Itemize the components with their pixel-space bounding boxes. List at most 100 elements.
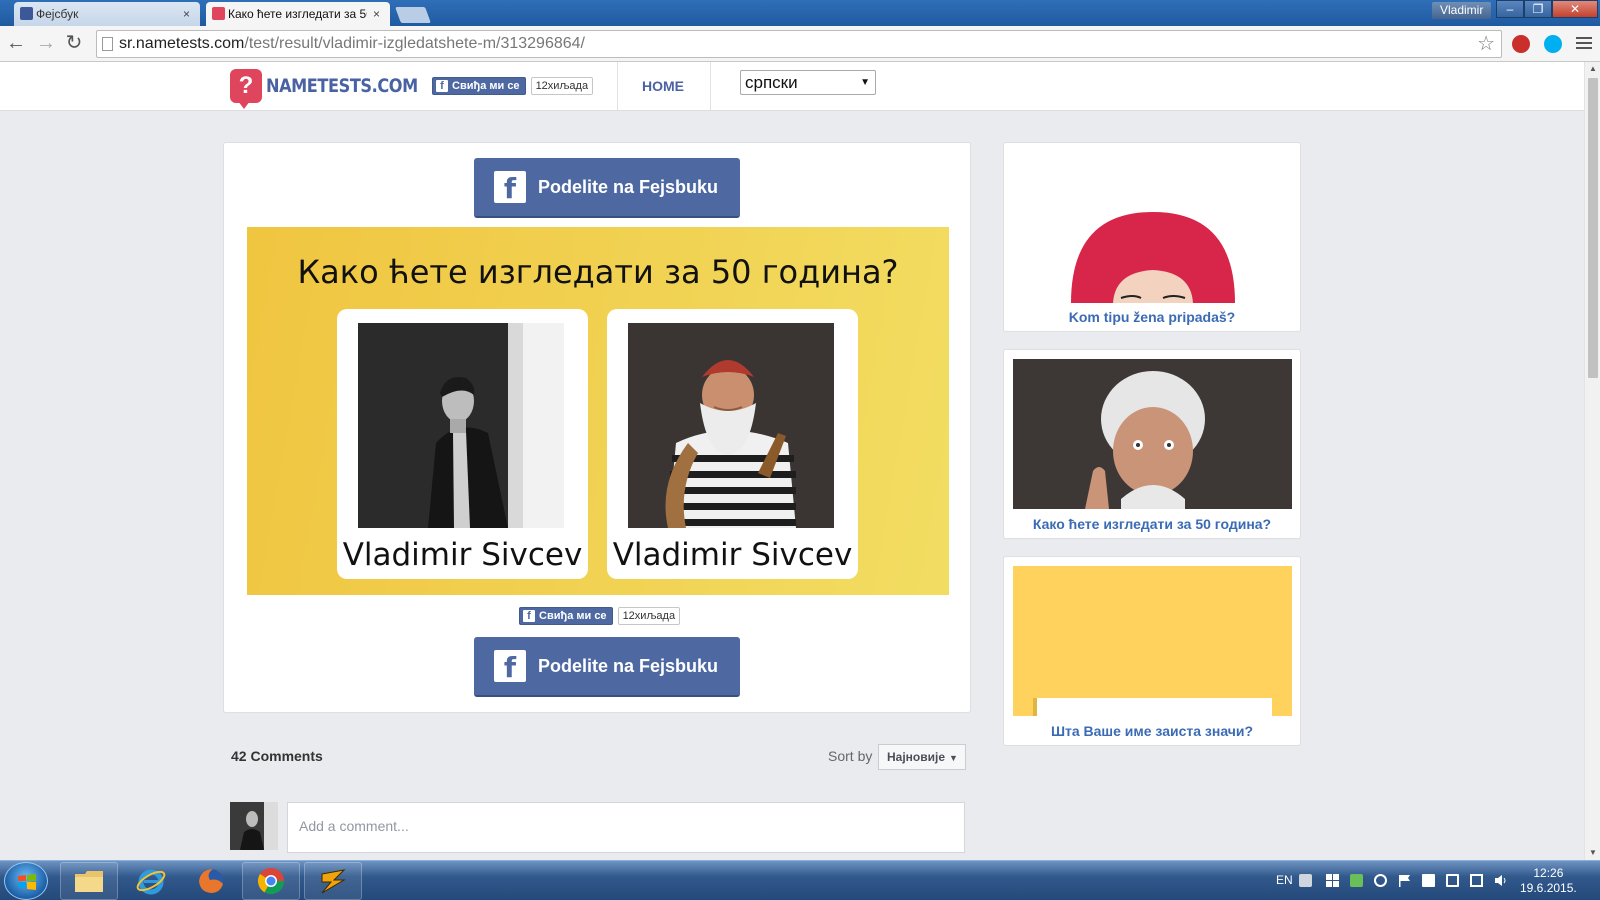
chrome-icon (257, 868, 285, 895)
sidebar-card-2[interactable]: Како ћете изгледати за 50 година? (1003, 349, 1301, 539)
facebook-like-widget: f Свиђа ми се 12хиљада (432, 76, 594, 96)
dropdown-arrow-icon: ▼ (949, 753, 958, 763)
winamp-taskbar-button[interactable] (304, 862, 362, 900)
result-image: Како ћете изгледати за 50 година? Vladim… (247, 227, 949, 595)
page-icon (102, 37, 113, 51)
share-label: Podelite na Fejsbuku (538, 655, 719, 676)
avatar (230, 802, 278, 850)
sidebar-card-1[interactable]: Kom tipu žena pripadaš? (1003, 142, 1301, 332)
photo-card-now: Vladimir Sivcev (337, 309, 588, 579)
sort-value: Најновије (887, 750, 946, 764)
sidebar-caption-1[interactable]: Kom tipu žena pripadaš? (1004, 309, 1300, 325)
profile-button[interactable]: Vladimir (1432, 2, 1492, 19)
sidebar-card-3[interactable]: Шта Ваше име заиста значи? (1003, 556, 1301, 746)
keyboard-icon[interactable] (1299, 874, 1312, 887)
sidebar-caption-2[interactable]: Како ћете изгледати за 50 година? (1004, 516, 1300, 532)
restore-button[interactable]: ❐ (1524, 0, 1552, 18)
name-future: Vladimir Sivcev (612, 537, 853, 573)
tab-title: Како ћете изгледати за 50 (228, 7, 367, 21)
like-label: Свиђа ми се (539, 610, 607, 622)
url-path: /test/result/vladimir-izgledatshete-m/31… (244, 35, 585, 52)
photo-card-future: Vladimir Sivcev (607, 309, 858, 579)
old-sailor-photo (628, 323, 834, 528)
sidebar-thumb-2 (1013, 359, 1292, 509)
tab-facebook[interactable]: Фејсбук × (14, 2, 200, 26)
scroll-up-icon[interactable]: ▲ (1585, 62, 1600, 76)
facebook-f-icon: f (494, 650, 526, 684)
address-bar[interactable]: sr.nametests.com/test/result/vladimir-iz… (96, 30, 1502, 58)
share-facebook-button-top[interactable]: f Podelite na Fejsbuku (474, 158, 740, 218)
volume-icon[interactable] (1494, 874, 1507, 887)
comments-count: 42 Comments (231, 748, 323, 764)
tab-title: Фејсбук (36, 7, 79, 21)
like-count: 12хиљада (530, 77, 594, 95)
logo-question-icon: ? (230, 69, 262, 109)
new-tab-button[interactable] (395, 7, 431, 23)
skype-icon[interactable] (1544, 35, 1562, 53)
bookmark-star-icon[interactable]: ☆ (1477, 31, 1495, 57)
forward-button[interactable]: → (34, 32, 58, 56)
adblock-icon[interactable] (1512, 35, 1530, 53)
result-title: Како ћете изгледати за 50 година? (297, 253, 899, 291)
network-tray-icon[interactable] (1470, 874, 1483, 887)
sort-label: Sort by (828, 748, 873, 764)
flag-tray-icon[interactable] (1398, 874, 1411, 887)
sort-select[interactable]: Најновије ▼ (878, 744, 966, 770)
result-card: f Podelite na Fejsbuku Како ћете изгледа… (223, 142, 971, 713)
like-count: 12хиљада (617, 607, 681, 625)
windows-taskbar: EN 12:26 19.6.2015. (0, 860, 1600, 900)
facebook-like-button[interactable]: f Свиђа ми се (519, 607, 613, 625)
home-link[interactable]: HOME (642, 78, 684, 94)
sync-tray-icon[interactable] (1374, 874, 1387, 887)
name-now: Vladimir Sivcev (342, 537, 583, 573)
explorer-taskbar-button[interactable] (60, 862, 118, 900)
back-button[interactable]: ← (4, 32, 28, 56)
facebook-f-icon: f (436, 80, 448, 92)
clock-date: 19.6.2015. (1520, 881, 1577, 895)
facebook-like-button[interactable]: f Свиђа ми се (432, 77, 526, 95)
internet-explorer-icon (136, 869, 166, 895)
tab-close-icon[interactable]: × (373, 7, 380, 21)
scrollbar-thumb[interactable] (1588, 78, 1598, 378)
device-tray-icon[interactable] (1422, 874, 1435, 887)
start-button[interactable] (4, 862, 48, 900)
share-label: Podelite na Fejsbuku (538, 176, 719, 197)
page-scrollbar[interactable]: ▲ ▼ (1584, 62, 1600, 860)
minimize-button[interactable]: – (1496, 0, 1524, 18)
sidebar-caption-3[interactable]: Шта Ваше име заиста значи? (1004, 723, 1300, 739)
sidebar-thumb-3 (1013, 566, 1292, 716)
comment-input[interactable]: Add a comment... (287, 802, 965, 853)
taskbar-clock[interactable]: 12:26 19.6.2015. (1520, 866, 1577, 896)
tab-close-icon[interactable]: × (183, 7, 190, 21)
browser-toolbar: ← → ↻ sr.nametests.com/test/result/vladi… (0, 26, 1600, 62)
clock-time: 12:26 (1533, 866, 1564, 880)
nametests-logo[interactable]: ? NAMETESTS.COM (230, 67, 444, 109)
firefox-taskbar-button[interactable] (182, 862, 240, 900)
url-host: sr.nametests.com (119, 35, 245, 52)
reload-button[interactable]: ↻ (62, 32, 86, 56)
logo-text: NAMETESTS.COM (266, 75, 418, 97)
clipboard-tray-icon[interactable] (1446, 874, 1459, 887)
dropdown-arrow-icon: ▼ (860, 77, 870, 88)
site-header: ? NAMETESTS.COM f Свиђа ми се 12хиљада H… (0, 62, 1584, 111)
header-divider (710, 62, 711, 110)
input-language[interactable]: EN (1276, 873, 1293, 887)
scroll-down-icon[interactable]: ▼ (1585, 846, 1600, 860)
user-avatar-icon (230, 802, 278, 850)
security-tray-icon[interactable] (1350, 874, 1363, 887)
language-select[interactable]: српски ▼ (740, 70, 876, 95)
close-window-button[interactable]: ✕ (1552, 0, 1598, 18)
facebook-f-icon: f (523, 610, 535, 622)
sidebar-thumb-1 (1013, 152, 1292, 303)
facebook-f-icon: f (494, 171, 526, 205)
chrome-taskbar-button[interactable] (242, 862, 300, 900)
share-facebook-button-bottom[interactable]: f Podelite na Fejsbuku (474, 637, 740, 697)
windows-tray-icon[interactable] (1326, 874, 1339, 887)
tab-nametests[interactable]: Како ћете изгледати за 50 × (206, 2, 390, 26)
nametests-favicon-icon (212, 7, 225, 20)
like-label: Свиђа ми се (452, 80, 520, 92)
ie-taskbar-button[interactable] (122, 862, 180, 900)
chrome-menu-icon[interactable] (1576, 34, 1592, 52)
language-value: српски (745, 73, 798, 92)
young-man-photo (358, 323, 564, 528)
